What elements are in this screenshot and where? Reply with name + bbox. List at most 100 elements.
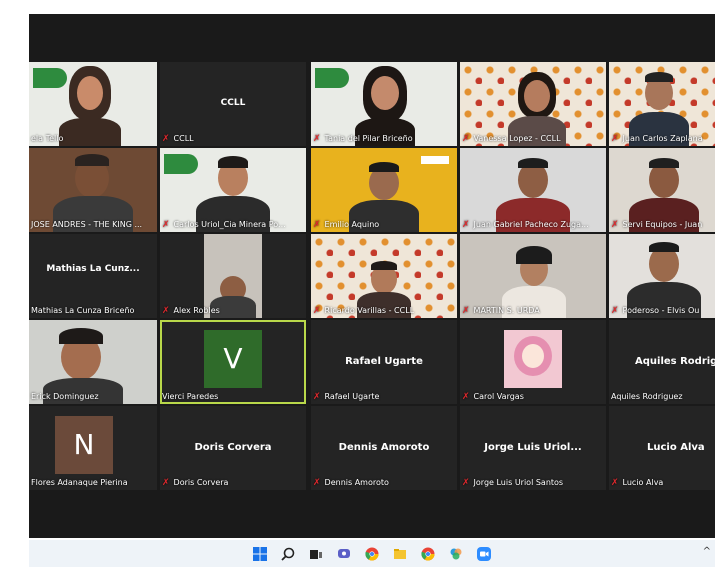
- participant-name: ela Tello: [31, 134, 64, 143]
- windows-taskbar: ^: [29, 540, 715, 567]
- muted-mic-icon: ✗: [313, 392, 321, 402]
- muted-mic-icon: ✗: [162, 134, 170, 144]
- hair: [75, 154, 109, 166]
- muted-mic-icon: ✗: [462, 478, 470, 488]
- participant-tile[interactable]: ✗ Carol Vargas: [460, 320, 606, 404]
- participant-name: ✗ Vanessa Lopez - CCLL: [462, 134, 561, 144]
- muted-mic-icon: ✗: [162, 306, 170, 316]
- participant-display-name: Rafael Ugarte: [345, 356, 423, 367]
- participant-tile[interactable]: ela Tello: [29, 62, 157, 146]
- participant-tile[interactable]: N Flores Adanaque Pierina: [29, 406, 157, 490]
- headphones: [516, 246, 552, 264]
- hair: [59, 328, 103, 344]
- hair: [649, 158, 679, 168]
- participant-tile[interactable]: Rafael Ugarte ✗ Rafael Ugarte: [311, 320, 457, 404]
- avatar: V: [204, 330, 262, 388]
- participant-name: JOSE ANDRES - THE KING ...: [31, 220, 143, 229]
- participant-display-name: Dennis Amoroto: [338, 442, 430, 453]
- participant-name: Aquiles Rodriguez: [611, 392, 683, 401]
- muted-mic-icon: ✗: [462, 220, 470, 230]
- participant-name: ✗ Ricardo Varillas - CCLL: [313, 306, 415, 316]
- muted-mic-icon: ✗: [162, 220, 170, 230]
- search-icon[interactable]: [281, 547, 295, 561]
- participant-tile[interactable]: Aquiles Rodrigu Aquiles Rodriguez: [609, 320, 715, 404]
- zoom-icon[interactable]: [477, 546, 491, 561]
- participant-name: ✗ Tania del Pilar Briceño: [313, 134, 413, 144]
- hair: [518, 158, 548, 168]
- participant-tile[interactable]: ✗ Carlos Uriol_Cia Minera Po...: [160, 148, 306, 232]
- windows-start-icon[interactable]: [253, 546, 267, 561]
- banner-logo: [315, 68, 349, 88]
- participant-name: ✗ Doris Corvera: [162, 478, 229, 488]
- participant-name: ✗ MARTIN S. URDA: [462, 306, 540, 316]
- chrome-icon[interactable]: [365, 547, 379, 561]
- participant-name: Mathias La Cunza Briceño: [31, 306, 135, 315]
- avatar: N: [55, 416, 113, 474]
- cartoon-face: [522, 344, 544, 368]
- participant-name: ✗ Emilio Aquino: [313, 220, 380, 230]
- participant-tile[interactable]: ✗ Emilio Aquino: [311, 148, 457, 232]
- face: [524, 80, 550, 112]
- participant-name: Erick Dominguez: [31, 392, 99, 401]
- hair: [645, 72, 673, 82]
- face: [371, 76, 399, 110]
- participant-name: ✗ Dennis Amoroto: [313, 478, 389, 488]
- banner-logo: [164, 154, 198, 174]
- participant-tile[interactable]: Mathias La Cunz... Mathias La Cunza Bric…: [29, 234, 157, 318]
- participant-tile[interactable]: ✗ Juan Gabriel Pacheco Zuga...: [460, 148, 606, 232]
- muted-mic-icon: ✗: [611, 220, 619, 230]
- participant-tile[interactable]: ✗ Poderoso - Elvis Ou: [609, 234, 715, 318]
- participant-name: ✗ Servi Equipos - Juan: [611, 220, 703, 230]
- participant-tile[interactable]: ✗ Servi Equipos - Juan: [609, 148, 715, 232]
- zoom-gallery-window: ela Tello CCLL ✗ CCLL ✗ Tania del Pilar Br…: [29, 14, 715, 538]
- participant-name: Flores Adanaque Pierina: [31, 478, 128, 487]
- participant-tile[interactable]: Erick Dominguez: [29, 320, 157, 404]
- torso: [59, 118, 121, 146]
- participant-tile[interactable]: Jorge Luis Uriol... ✗ Jorge Luis Uriol Sa…: [460, 406, 606, 490]
- participant-name: ✗ Rafael Ugarte: [313, 392, 380, 402]
- task-view-icon[interactable]: [309, 547, 323, 561]
- muted-mic-icon: ✗: [611, 134, 619, 144]
- muted-mic-icon: ✗: [162, 478, 170, 488]
- participant-tile[interactable]: CCLL ✗ CCLL: [160, 62, 306, 146]
- participant-name: ✗ Lucio Alva: [611, 478, 664, 488]
- poderosa-logo: [421, 156, 449, 164]
- participant-name: ✗ Carlos Uriol_Cia Minera Po...: [162, 220, 286, 230]
- photos-icon[interactable]: [449, 547, 463, 561]
- participant-tile[interactable]: V Vierci Paredes: [160, 320, 306, 404]
- participant-tile[interactable]: Doris Corvera ✗ Doris Corvera: [160, 406, 306, 490]
- muted-mic-icon: ✗: [313, 134, 321, 144]
- participant-display-name: Aquiles Rodrigu: [635, 356, 715, 367]
- banner-logo: [33, 68, 67, 88]
- muted-mic-icon: ✗: [313, 478, 321, 488]
- participant-tile[interactable]: ✗ MARTIN S. URDA: [460, 234, 606, 318]
- participant-tile[interactable]: ✗ Juan Carlos Zaplana: [609, 62, 715, 146]
- participant-tile[interactable]: ✗ Tania del Pilar Briceño: [311, 62, 457, 146]
- participant-tile[interactable]: JOSE ANDRES - THE KING ...: [29, 148, 157, 232]
- participant-name: ✗ CCLL: [162, 134, 194, 144]
- participant-name: ✗ Poderoso - Elvis Ou: [611, 306, 700, 316]
- muted-mic-icon: ✗: [462, 392, 470, 402]
- muted-mic-icon: ✗: [313, 306, 321, 316]
- chat-icon[interactable]: [337, 547, 351, 561]
- participant-tile[interactable]: ✗ Ricardo Varillas - CCLL: [311, 234, 457, 318]
- muted-mic-icon: ✗: [611, 478, 619, 488]
- hair: [371, 261, 397, 270]
- participant-display-name: Jorge Luis Uriol...: [484, 442, 582, 453]
- participant-display-name: Doris Corvera: [194, 442, 272, 453]
- chevron-up-icon[interactable]: ^: [703, 546, 711, 557]
- chrome-icon-2[interactable]: [421, 547, 435, 561]
- participant-name: ✗ Juan Gabriel Pacheco Zuga...: [462, 220, 589, 230]
- profile-image: [504, 330, 562, 388]
- participant-tile[interactable]: ✗ Vanessa Lopez - CCLL: [460, 62, 606, 146]
- participant-tile[interactable]: ✗ Alex Robles: [160, 234, 306, 318]
- participant-tile[interactable]: Dennis Amoroto ✗ Dennis Amoroto: [311, 406, 457, 490]
- file-explorer-icon[interactable]: [393, 547, 407, 561]
- hair: [369, 162, 399, 172]
- participant-display-name: Lucio Alva: [647, 442, 705, 453]
- muted-mic-icon: ✗: [313, 220, 321, 230]
- participant-display-name: CCLL: [220, 98, 246, 108]
- participant-name: ✗ Jorge Luis Uriol Santos: [462, 478, 564, 488]
- participant-tile[interactable]: Lucio Alva ✗ Lucio Alva: [609, 406, 715, 490]
- hair: [218, 156, 248, 168]
